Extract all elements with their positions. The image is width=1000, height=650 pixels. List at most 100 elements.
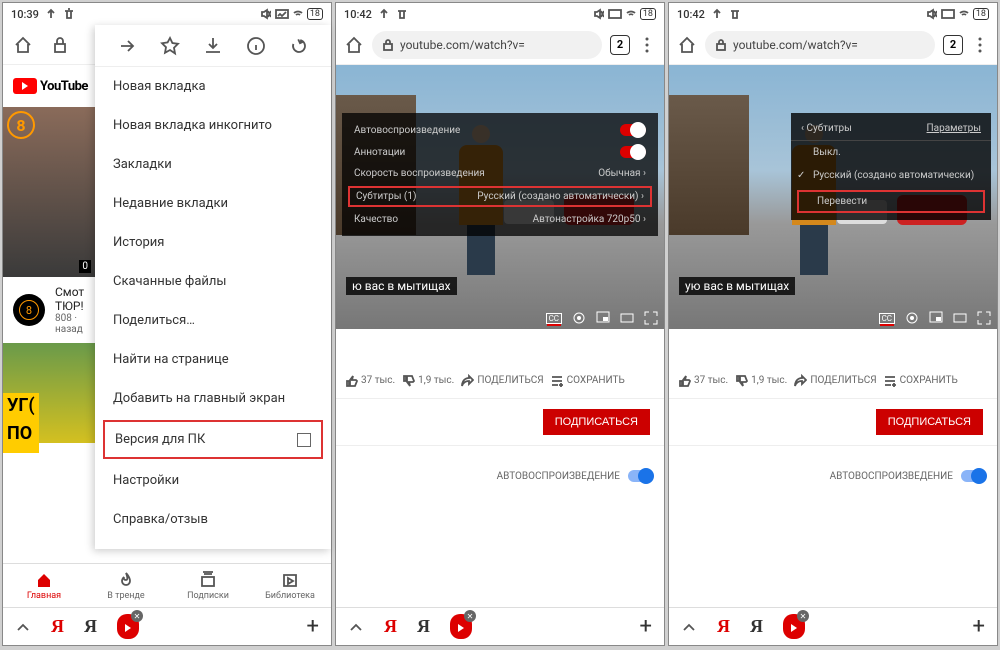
info-icon[interactable] bbox=[246, 36, 266, 56]
chevron-up-icon[interactable] bbox=[15, 619, 31, 635]
active-tab-pill[interactable]: ✕ bbox=[117, 614, 139, 639]
menu-history[interactable]: История bbox=[95, 223, 331, 262]
subtitle-off[interactable]: Выкл. bbox=[791, 141, 991, 164]
nav-trending[interactable]: В тренде bbox=[85, 564, 167, 607]
cc-icon[interactable]: CC bbox=[879, 313, 895, 324]
setting-quality[interactable]: Качество Автонастройка 720p50 › bbox=[342, 209, 658, 230]
chevron-up-icon[interactable] bbox=[348, 619, 364, 635]
close-tab-icon[interactable]: ✕ bbox=[131, 610, 143, 622]
fullscreen-icon[interactable] bbox=[977, 311, 991, 325]
theater-icon[interactable] bbox=[620, 311, 634, 325]
home-icon[interactable] bbox=[344, 35, 364, 55]
subscribe-button[interactable]: ПОДПИСАТЬСЯ bbox=[876, 409, 983, 435]
yandex-icon[interactable]: Я bbox=[51, 616, 64, 637]
menu-add-homescreen[interactable]: Добавить на главный экран bbox=[95, 379, 331, 418]
tab-count[interactable]: 2 bbox=[943, 35, 963, 55]
setting-autoplay[interactable]: Автовоспроизведение bbox=[342, 119, 658, 141]
trash-icon bbox=[729, 8, 741, 20]
menu-find[interactable]: Найти на странице bbox=[95, 340, 331, 379]
home-icon[interactable] bbox=[677, 35, 697, 55]
yandex-icon[interactable]: Я bbox=[717, 616, 730, 637]
new-tab-button[interactable]: + bbox=[973, 614, 985, 639]
subtitle-translate[interactable]: Перевести bbox=[797, 190, 985, 213]
more-icon[interactable] bbox=[971, 36, 989, 54]
yandex-icon-gray[interactable]: Я bbox=[84, 616, 97, 637]
miniplayer-icon[interactable] bbox=[929, 311, 943, 325]
url-bar[interactable]: youtube.com/watch?v= bbox=[372, 31, 602, 59]
toggle-on-icon[interactable] bbox=[620, 146, 646, 158]
video-thumbnail-2[interactable]: УГ( ПО bbox=[3, 343, 95, 443]
play-icon bbox=[791, 624, 797, 632]
setting-speed[interactable]: Скорость воспроизведения Обычная › bbox=[342, 163, 658, 184]
reload-icon[interactable] bbox=[289, 36, 309, 56]
share-button[interactable]: ПОДЕЛИТЬСЯ bbox=[793, 374, 876, 388]
menu-recent-tabs[interactable]: Недавние вкладки bbox=[95, 184, 331, 223]
save-button[interactable]: СОХРАНИТЬ bbox=[550, 374, 625, 388]
theater-icon[interactable] bbox=[953, 311, 967, 325]
desktop-site-checkbox[interactable] bbox=[297, 433, 311, 447]
like-button[interactable]: 37 тыс. bbox=[677, 374, 728, 388]
nav-subs[interactable]: Подписки bbox=[167, 564, 249, 607]
youtube-logo[interactable]: YouTube bbox=[13, 78, 88, 94]
close-tab-icon[interactable]: ✕ bbox=[797, 610, 809, 622]
autoplay-toggle[interactable] bbox=[628, 470, 652, 482]
play-icon bbox=[125, 624, 131, 632]
tab-count[interactable]: 2 bbox=[610, 35, 630, 55]
share-button[interactable]: ПОДЕЛИТЬСЯ bbox=[460, 374, 543, 388]
lock-icon bbox=[51, 36, 69, 54]
yandex-bottom-bar: Я Я ✕ + bbox=[669, 607, 997, 645]
save-button[interactable]: СОХРАНИТЬ bbox=[883, 374, 958, 388]
menu-share[interactable]: Поделиться… bbox=[95, 301, 331, 340]
setting-annotations[interactable]: Аннотации bbox=[342, 141, 658, 163]
menu-downloads[interactable]: Скачанные файлы bbox=[95, 262, 331, 301]
menu-settings[interactable]: Настройки bbox=[95, 461, 331, 500]
subtitle-russian[interactable]: Русский (создано автоматически) bbox=[791, 164, 991, 187]
home-icon[interactable] bbox=[13, 35, 33, 55]
active-tab-pill[interactable]: ✕ bbox=[450, 614, 472, 639]
miniplayer-icon[interactable] bbox=[596, 311, 610, 325]
menu-incognito[interactable]: Новая вкладка инкогнито bbox=[95, 106, 331, 145]
download-icon[interactable] bbox=[203, 36, 223, 56]
star-icon[interactable] bbox=[160, 36, 180, 56]
params-link[interactable]: Параметры bbox=[927, 123, 981, 134]
dislike-button[interactable]: 1,9 тыс. bbox=[734, 374, 787, 388]
gear-icon[interactable] bbox=[572, 311, 586, 325]
back-subtitles[interactable]: ‹ Субтитры bbox=[801, 123, 852, 134]
video-thumbnail[interactable]: 8 0 bbox=[3, 107, 95, 277]
toggle-on-icon[interactable] bbox=[620, 124, 646, 136]
menu-bookmarks[interactable]: Закладки bbox=[95, 145, 331, 184]
nav-library[interactable]: Библиотека bbox=[249, 564, 331, 607]
menu-new-tab[interactable]: Новая вкладка bbox=[95, 67, 331, 106]
menu-help[interactable]: Справка/отзыв bbox=[95, 500, 331, 539]
new-tab-button[interactable]: + bbox=[640, 614, 652, 639]
yandex-icon[interactable]: Я bbox=[384, 616, 397, 637]
dislike-button[interactable]: 1,9 тыс. bbox=[401, 374, 454, 388]
subscribe-button[interactable]: ПОДПИСАТЬСЯ bbox=[543, 409, 650, 435]
player-controls: CC bbox=[546, 311, 658, 325]
close-tab-icon[interactable]: ✕ bbox=[464, 610, 476, 622]
nav-home[interactable]: Главная bbox=[3, 564, 85, 607]
yandex-bottom-bar: Я Я ✕ + bbox=[336, 607, 664, 645]
fullscreen-icon[interactable] bbox=[644, 311, 658, 325]
youtube-nav: Главная В тренде Подписки Библиотека bbox=[3, 563, 331, 607]
trending-icon bbox=[117, 571, 135, 589]
active-tab-pill[interactable]: ✕ bbox=[783, 614, 805, 639]
menu-desktop-site[interactable]: Версия для ПК bbox=[103, 420, 323, 459]
gear-icon[interactable] bbox=[905, 311, 919, 325]
save-icon bbox=[883, 374, 897, 388]
autoplay-toggle[interactable] bbox=[961, 470, 985, 482]
url-bar[interactable]: youtube.com/watch?v= bbox=[705, 31, 935, 59]
video-player[interactable]: ‹ Субтитры Параметры Выкл. Русский (созд… bbox=[669, 65, 997, 329]
forward-icon[interactable] bbox=[117, 36, 137, 56]
setting-subtitles[interactable]: Субтитры (1) Русский (создано автоматиче… bbox=[348, 186, 652, 207]
cc-icon[interactable]: CC bbox=[546, 313, 562, 324]
channel-avatar[interactable]: 8 bbox=[13, 294, 45, 326]
share-icon bbox=[460, 374, 474, 388]
like-button[interactable]: 37 тыс. bbox=[344, 374, 395, 388]
chevron-up-icon[interactable] bbox=[681, 619, 697, 635]
yandex-icon-gray[interactable]: Я bbox=[750, 616, 763, 637]
new-tab-button[interactable]: + bbox=[307, 614, 319, 639]
video-player[interactable]: Автовоспроизведение Аннотации Скорость в… bbox=[336, 65, 664, 329]
yandex-icon-gray[interactable]: Я bbox=[417, 616, 430, 637]
more-icon[interactable] bbox=[638, 36, 656, 54]
